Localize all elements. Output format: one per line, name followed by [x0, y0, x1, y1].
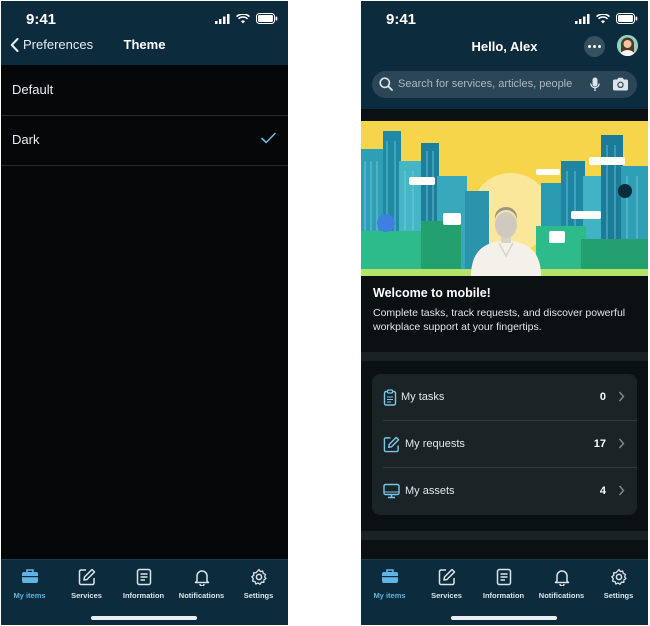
signal-icon — [215, 13, 230, 24]
briefcase-icon — [381, 569, 398, 583]
tab-label: Settings — [243, 591, 274, 600]
chevron-right-icon — [618, 391, 625, 402]
gear-icon — [250, 568, 267, 585]
list-item-label: My assets — [405, 485, 455, 497]
tab-label: Services — [431, 591, 462, 600]
tab-label: Settings — [603, 591, 634, 600]
list-item-count: 17 — [593, 438, 606, 450]
tab-label: Information — [482, 591, 525, 600]
status-time: 9:41 — [26, 11, 57, 28]
edit-icon — [383, 436, 400, 453]
wifi-icon — [236, 13, 250, 23]
list-item-label: My tasks — [401, 391, 445, 403]
home-indicator — [91, 616, 197, 620]
tab-label: Services — [71, 591, 102, 600]
theme-option-label: Dark — [12, 132, 40, 147]
document-icon — [496, 568, 511, 586]
gear-icon — [610, 568, 627, 585]
list-item-my-requests[interactable]: My requests 17 — [372, 421, 637, 468]
home-indicator — [451, 616, 557, 620]
search-icon — [379, 77, 393, 91]
wifi-icon — [596, 13, 610, 23]
theme-option-default[interactable]: Default — [1, 65, 288, 116]
avatar-image — [617, 35, 638, 56]
tab-label: Notifications — [538, 591, 585, 600]
tab-label: Information — [122, 591, 165, 600]
camera-icon[interactable] — [612, 77, 629, 91]
tab-label: My items — [13, 591, 46, 600]
checkmark-icon — [261, 132, 276, 144]
tab-notifications[interactable]: Notifications — [173, 568, 230, 600]
search-bar[interactable]: Search for services, articles, people — [372, 71, 637, 98]
bell-icon — [554, 570, 569, 586]
briefcase-icon — [21, 569, 38, 583]
theme-option-label: Default — [12, 82, 54, 97]
tab-bar: My items Services Information Notificati… — [1, 559, 288, 625]
welcome-banner-illustration — [361, 121, 648, 276]
tab-label: Notifications — [178, 591, 225, 600]
nav-header: 9:41 Preferences Theme — [1, 1, 288, 65]
status-bar: 9:41 — [1, 1, 288, 33]
signal-icon — [575, 13, 590, 24]
status-bar: 9:41 — [361, 1, 648, 33]
search-input[interactable]: Search for services, articles, people — [398, 78, 572, 90]
tab-bar: My items Services Information Notificati… — [361, 559, 648, 625]
section-divider — [361, 352, 648, 361]
theme-screen: 9:41 Preferences Theme Default Dark My i… — [1, 1, 288, 625]
avatar[interactable] — [617, 35, 638, 56]
tab-services[interactable]: Services — [58, 568, 115, 600]
tab-settings[interactable]: Settings — [590, 568, 647, 600]
tab-services[interactable]: Services — [418, 568, 475, 600]
page-title: Theme — [123, 37, 166, 52]
tab-my-items[interactable]: My items — [1, 568, 58, 600]
monitor-icon — [383, 483, 400, 499]
list-item-count: 4 — [599, 485, 606, 497]
list-item-my-assets[interactable]: My assets 4 — [372, 468, 637, 515]
battery-icon — [256, 13, 278, 24]
section-divider — [361, 531, 648, 540]
battery-icon — [616, 13, 638, 24]
status-icons — [575, 13, 638, 24]
city-illustration — [361, 121, 648, 276]
chevron-right-icon — [618, 438, 625, 449]
list-item-count: 0 — [599, 391, 606, 403]
tab-my-items[interactable]: My items — [361, 568, 418, 600]
welcome-text: Complete tasks, track requests, and disc… — [373, 307, 626, 333]
tab-information[interactable]: Information — [475, 568, 532, 600]
edit-icon — [438, 568, 455, 586]
list-item-my-tasks[interactable]: My tasks 0 — [372, 374, 637, 421]
tab-label: My items — [373, 591, 406, 600]
clipboard-icon — [383, 389, 397, 406]
welcome-card: Welcome to mobile! Complete tasks, track… — [361, 276, 648, 352]
home-screen: 9:41 Hello, Alex Search for services, ar… — [361, 1, 648, 625]
status-time: 9:41 — [386, 11, 417, 28]
tab-settings[interactable]: Settings — [230, 568, 287, 600]
my-items-card: My tasks 0 My requests 17 My assets 4 — [372, 374, 637, 515]
microphone-icon[interactable] — [590, 77, 600, 92]
edit-icon — [78, 568, 95, 586]
tab-information[interactable]: Information — [115, 568, 172, 600]
theme-option-dark[interactable]: Dark — [1, 115, 288, 166]
more-button[interactable] — [584, 36, 605, 57]
home-header: 9:41 Hello, Alex Search for services, ar… — [361, 1, 648, 109]
welcome-title: Welcome to mobile! — [373, 286, 491, 300]
document-icon — [136, 568, 151, 586]
chevron-right-icon — [618, 485, 625, 496]
list-item-label: My requests — [405, 438, 465, 450]
bell-icon — [194, 570, 209, 586]
tab-notifications[interactable]: Notifications — [533, 568, 590, 600]
status-icons — [215, 13, 278, 24]
